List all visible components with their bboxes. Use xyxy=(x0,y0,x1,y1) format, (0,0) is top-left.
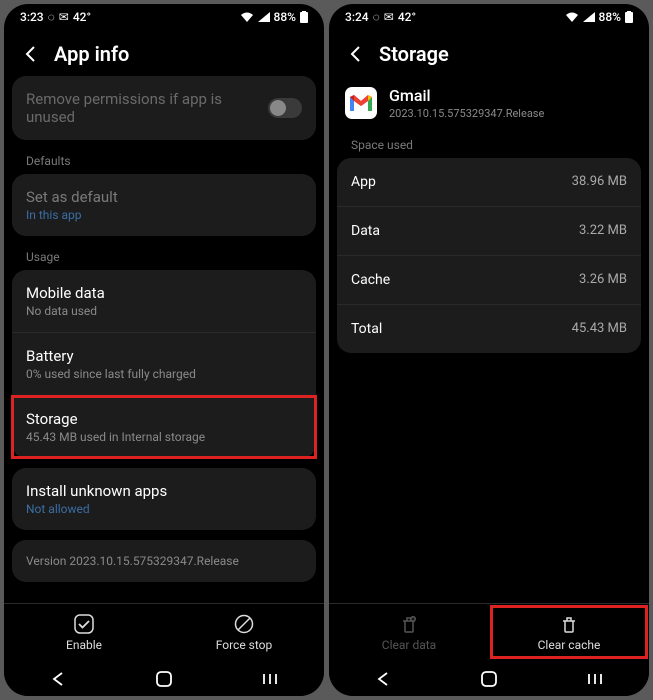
screenshot-app-info: 3:23 ◌ ✉ 42° 88% App info Remove perm xyxy=(4,4,324,696)
battery-icon xyxy=(625,11,633,23)
nav-recents-icon[interactable] xyxy=(585,671,605,687)
wifi-icon xyxy=(565,12,579,22)
app-header: Gmail 2023.10.15.575329347.Release xyxy=(329,76,649,134)
section-space-used: Space used xyxy=(337,134,641,158)
nav-home-icon[interactable] xyxy=(155,670,173,688)
space-app-value: 38.96 MB xyxy=(572,174,627,190)
force-stop-button[interactable]: Force stop xyxy=(164,604,324,660)
section-defaults: Defaults xyxy=(12,150,316,174)
page-header: Storage xyxy=(329,28,649,76)
wifi-icon xyxy=(240,12,254,22)
force-stop-icon xyxy=(234,614,254,634)
space-data-label: Data xyxy=(351,223,380,239)
notif-icon: ◌ xyxy=(373,10,380,24)
version-row: Version 2023.10.15.575329347.Release xyxy=(12,540,316,582)
status-time: 3:23 xyxy=(20,10,44,24)
app-name: Gmail xyxy=(389,86,544,105)
nav-back-icon[interactable] xyxy=(48,671,68,687)
trash-icon xyxy=(559,614,579,634)
weather-icon: 42° xyxy=(73,10,91,24)
app-version: 2023.10.15.575329347.Release xyxy=(389,107,544,120)
battery-sub: 0% used since last fully charged xyxy=(26,367,302,381)
battery-pct: 88% xyxy=(599,10,621,24)
space-data-value: 3.22 MB xyxy=(579,223,627,239)
footer-actions: Clear data Clear cache xyxy=(329,603,649,660)
notif-icon: ◌ xyxy=(48,10,55,24)
page-title: App info xyxy=(54,42,129,66)
install-unknown-sub: Not allowed xyxy=(26,502,302,516)
space-total-label: Total xyxy=(351,321,382,337)
section-usage: Usage xyxy=(12,246,316,270)
set-default-sub: In this app xyxy=(26,208,302,222)
status-bar: 3:24 ◌ ✉ 42° 88% xyxy=(329,4,649,28)
space-data-row: Data 3.22 MB xyxy=(337,207,641,256)
battery-title: Battery xyxy=(26,347,302,365)
page-title: Storage xyxy=(379,42,449,66)
notif-icon: ✉ xyxy=(384,10,394,24)
space-app-row: App 38.96 MB xyxy=(337,158,641,207)
force-stop-label: Force stop xyxy=(216,638,273,652)
battery-row[interactable]: Battery 0% used since last fully charged xyxy=(12,333,316,396)
clear-data-label: Clear data xyxy=(382,638,436,652)
space-cache-value: 3.26 MB xyxy=(579,272,627,288)
nav-back-icon[interactable] xyxy=(373,671,393,687)
battery-icon xyxy=(300,11,308,23)
set-default-title: Set as default xyxy=(26,188,302,206)
enable-label: Enable xyxy=(66,638,102,652)
storage-row[interactable]: Storage 45.43 MB used in Internal storag… xyxy=(12,396,316,458)
weather-icon: 42° xyxy=(398,10,416,24)
status-time: 3:24 xyxy=(345,10,369,24)
screenshot-storage: 3:24 ◌ ✉ 42° 88% Storage xyxy=(329,4,649,696)
space-list: App 38.96 MB Data 3.22 MB Cache 3.26 MB … xyxy=(337,158,641,353)
back-icon[interactable] xyxy=(22,45,40,63)
notif-icon: ✉ xyxy=(59,10,69,24)
page-header: App info xyxy=(4,28,324,76)
status-bar: 3:23 ◌ ✉ 42° 88% xyxy=(4,4,324,28)
clear-data-button: Clear data xyxy=(329,604,489,660)
nav-bar xyxy=(329,660,649,696)
gmail-icon xyxy=(345,87,377,119)
space-app-label: App xyxy=(351,174,376,190)
space-cache-row: Cache 3.26 MB xyxy=(337,256,641,305)
remove-permissions-label: Remove permissions if app is unused xyxy=(26,90,258,126)
install-unknown-row[interactable]: Install unknown apps Not allowed xyxy=(12,468,316,530)
nav-home-icon[interactable] xyxy=(480,670,498,688)
battery-pct: 88% xyxy=(274,10,296,24)
mobile-data-sub: No data used xyxy=(26,304,302,318)
clear-cache-label: Clear cache xyxy=(538,638,601,652)
remove-permissions-toggle[interactable] xyxy=(268,98,302,118)
mobile-data-row[interactable]: Mobile data No data used xyxy=(12,270,316,333)
space-total-row: Total 45.43 MB xyxy=(337,305,641,353)
install-unknown-title: Install unknown apps xyxy=(26,482,302,500)
trash-icon xyxy=(399,614,419,634)
storage-sub: 45.43 MB used in Internal storage xyxy=(26,430,302,444)
signal-icon xyxy=(583,12,595,22)
usage-list: Mobile data No data used Battery 0% used… xyxy=(12,270,316,458)
footer-actions: Enable Force stop xyxy=(4,603,324,660)
set-default-row[interactable]: Set as default In this app xyxy=(12,174,316,236)
nav-recents-icon[interactable] xyxy=(260,671,280,687)
enable-button[interactable]: Enable xyxy=(4,604,164,660)
signal-icon xyxy=(258,12,270,22)
remove-permissions-row[interactable]: Remove permissions if app is unused xyxy=(12,76,316,140)
mobile-data-title: Mobile data xyxy=(26,284,302,302)
space-cache-label: Cache xyxy=(351,272,390,288)
enable-icon xyxy=(74,614,94,634)
back-icon[interactable] xyxy=(347,45,365,63)
nav-bar xyxy=(4,660,324,696)
clear-cache-button[interactable]: Clear cache xyxy=(489,604,649,660)
storage-title: Storage xyxy=(26,410,302,428)
space-total-value: 45.43 MB xyxy=(572,321,627,337)
